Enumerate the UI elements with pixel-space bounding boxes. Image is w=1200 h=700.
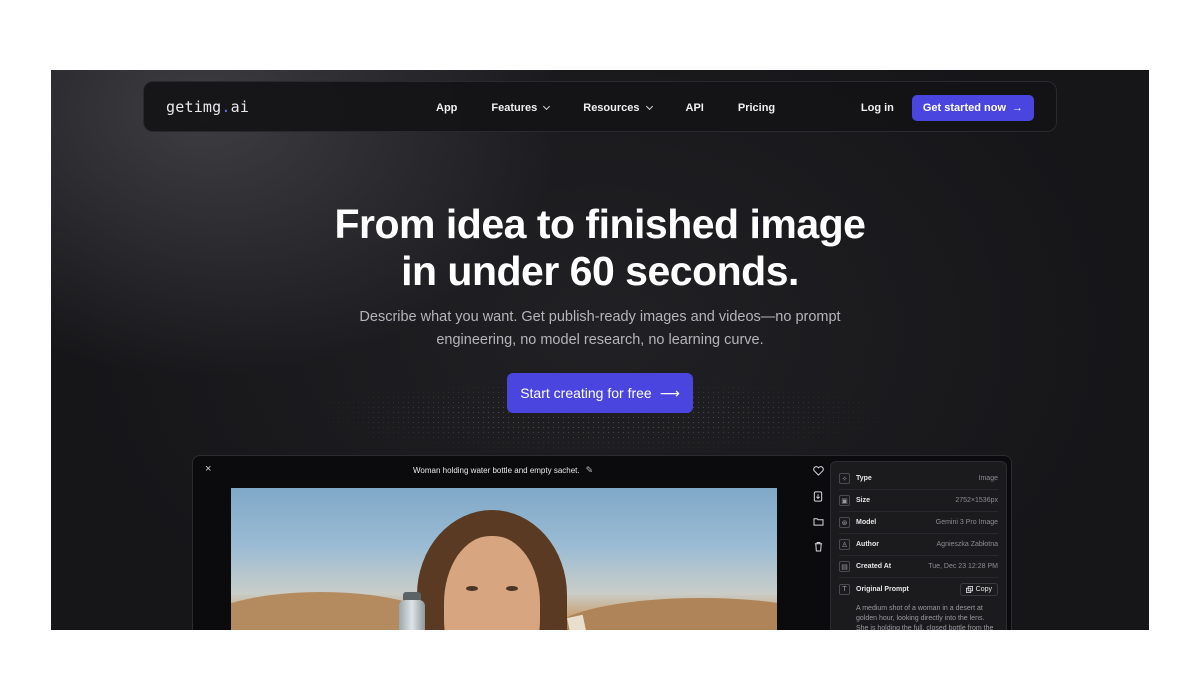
nav-link-api[interactable]: API bbox=[686, 102, 704, 114]
arrow-right-icon: ⟶ bbox=[659, 384, 680, 401]
hero-title: From idea to finished image in under 60 … bbox=[334, 201, 866, 294]
text-icon: T bbox=[839, 583, 850, 595]
resize-icon: ▣ bbox=[839, 495, 850, 506]
model-icon: ⊛ bbox=[839, 517, 850, 528]
nav-link-app[interactable]: App bbox=[436, 102, 457, 114]
app-preview: × Woman holding water bottle and empty s… bbox=[192, 455, 1012, 630]
trash-icon[interactable] bbox=[811, 539, 825, 553]
nav-link-resources[interactable]: Resources bbox=[583, 102, 653, 114]
hero-subtitle: Describe what you want. Get publish-read… bbox=[359, 309, 841, 348]
info-row-type: ✧ Type Image bbox=[839, 468, 998, 490]
sparkle-icon: ✧ bbox=[839, 473, 850, 484]
login-link[interactable]: Log in bbox=[861, 102, 894, 114]
start-creating-button[interactable]: Start creating for free ⟶ bbox=[507, 373, 693, 413]
get-started-button[interactable]: Get started now → bbox=[911, 94, 1034, 121]
info-row-created-at: ▤ Created At Tue, Dec 23 12:28 PM bbox=[839, 556, 998, 578]
heart-icon[interactable] bbox=[811, 464, 825, 478]
top-nav: getimg.ai App Features Resources API Pri… bbox=[143, 81, 1057, 132]
nav-links: App Features Resources API Pricing bbox=[436, 82, 775, 133]
chevron-down-icon bbox=[543, 102, 551, 110]
image-info-panel: ✧ Type Image ▣ Size 2752×1536px ⊛ Model … bbox=[830, 461, 1007, 630]
nav-link-features[interactable]: Features bbox=[491, 102, 551, 114]
info-row-size: ▣ Size 2752×1536px bbox=[839, 490, 998, 512]
calendar-icon: ▤ bbox=[839, 561, 850, 572]
logo[interactable]: getimg.ai bbox=[166, 98, 249, 116]
download-icon[interactable] bbox=[811, 489, 825, 503]
nav-actions: Log in Get started now → bbox=[861, 82, 1034, 133]
page-frame: getimg.ai App Features Resources API Pri… bbox=[51, 70, 1149, 630]
nav-link-pricing[interactable]: Pricing bbox=[738, 102, 775, 114]
generated-image bbox=[231, 488, 777, 630]
folder-icon[interactable] bbox=[811, 514, 825, 528]
info-row-author: ♙ Author Agnieszka Zabłotna bbox=[839, 534, 998, 556]
user-icon: ♙ bbox=[839, 539, 850, 550]
arrow-right-icon: → bbox=[1012, 101, 1023, 114]
copy-icon bbox=[965, 585, 973, 593]
image-title: Woman holding water bottle and empty sac… bbox=[413, 465, 594, 476]
image-actions bbox=[811, 464, 825, 553]
close-icon[interactable]: × bbox=[205, 463, 211, 475]
pencil-icon[interactable]: ✎ bbox=[586, 465, 594, 476]
chevron-down-icon bbox=[645, 102, 653, 110]
copy-prompt-button[interactable]: Copy bbox=[959, 582, 998, 596]
prompt-text: A medium shot of a woman in a desert at … bbox=[856, 605, 994, 630]
info-row-prompt: T Original Prompt Copy bbox=[839, 578, 998, 600]
info-row-model: ⊛ Model Gemini 3 Pro Image bbox=[839, 512, 998, 534]
